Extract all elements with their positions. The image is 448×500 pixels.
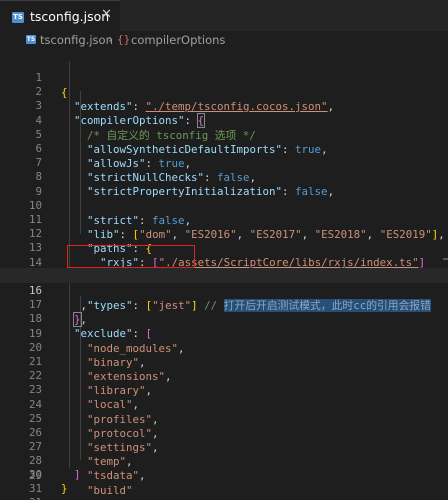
- close-icon[interactable]: ✕: [101, 7, 112, 22]
- code-line: 31: [0, 495, 448, 500]
- code-line: 10 "strict": false,: [0, 183, 448, 227]
- object-symbol-icon: {}: [117, 33, 131, 46]
- tab-label: tsconfig.json: [30, 9, 110, 24]
- chevron-right-icon: ›: [108, 32, 113, 46]
- breadcrumb: TS tsconfig.json › {} compilerOptions: [0, 31, 448, 49]
- code-line: 1 {: [0, 55, 448, 99]
- tab-tsconfig-json[interactable]: TS tsconfig.json ✕: [0, 0, 120, 31]
- code-editor[interactable]: 1 { 2 "extends": "./temp/tsconfig.cocos.…: [0, 49, 448, 500]
- editor-tab-bar: TS tsconfig.json ✕: [0, 0, 448, 31]
- code-line: 18 "exclude": [: [0, 296, 448, 340]
- code-line: 2 "extends": "./temp/tsconfig.cocos.json…: [0, 69, 448, 113]
- code-line: 6 "allowJs": true,: [0, 126, 448, 170]
- code-text: ]: [74, 467, 81, 481]
- code-line: 5 "allowSyntheticDefaultImports": true,: [0, 112, 448, 156]
- annotation-highlight-box: [67, 245, 195, 268]
- code-line: 27 "temp",: [0, 424, 448, 468]
- code-line: 12 "paths": {: [0, 211, 448, 255]
- breadcrumb-file[interactable]: tsconfig.json: [40, 33, 113, 47]
- scrollbar-marker: [443, 258, 448, 260]
- code-line: 8 "strictPropertyInitialization": false,: [0, 154, 448, 198]
- code-line: 9: [0, 169, 448, 198]
- code-line: 17 },: [0, 282, 448, 328]
- code-line: 30 ]: [0, 467, 448, 482]
- code-line: 7 "strictNullChecks": false,: [0, 140, 448, 184]
- typescript-file-icon: TS: [26, 35, 36, 44]
- typescript-file-icon: TS: [12, 12, 24, 23]
- line-number: 30: [28, 467, 42, 481]
- code-line: 23 "local",: [0, 367, 448, 411]
- code-line: 3 "compilerOptions": {: [0, 83, 448, 129]
- code-line: 24 "profiles",: [0, 382, 448, 426]
- code-line: 21 "extensions",: [0, 339, 448, 383]
- code-text: }: [61, 482, 68, 495]
- code-line: 26 "settings",: [0, 410, 448, 454]
- code-line: 28 "tsdata",: [0, 438, 448, 482]
- current-code-line: 16 ,"types": ["jest"] // 打开后开启测试模式，此时cc的…: [0, 268, 448, 312]
- line-number: 31: [0, 495, 42, 500]
- line-number: 31: [28, 482, 42, 495]
- code-line: 4 /* 自定义的 tsconfig 选项 */: [0, 98, 448, 142]
- code-line: 13 "rxjs": ["./assets/ScriptCore/libs/rx…: [0, 225, 448, 269]
- breadcrumb-symbol[interactable]: compilerOptions: [131, 33, 225, 47]
- code-line: 29 "build": [0, 453, 448, 497]
- code-line: 19 "node_modules",: [0, 311, 448, 355]
- code-line: 11 "lib": ["dom", "ES2016", "ES2017", "E…: [0, 197, 448, 241]
- code-line: 31}: [0, 481, 448, 496]
- code-line: 22 "library",: [0, 353, 448, 397]
- code-line: 25 "protocol",: [0, 396, 448, 440]
- code-line: 20 "binary",: [0, 325, 448, 369]
